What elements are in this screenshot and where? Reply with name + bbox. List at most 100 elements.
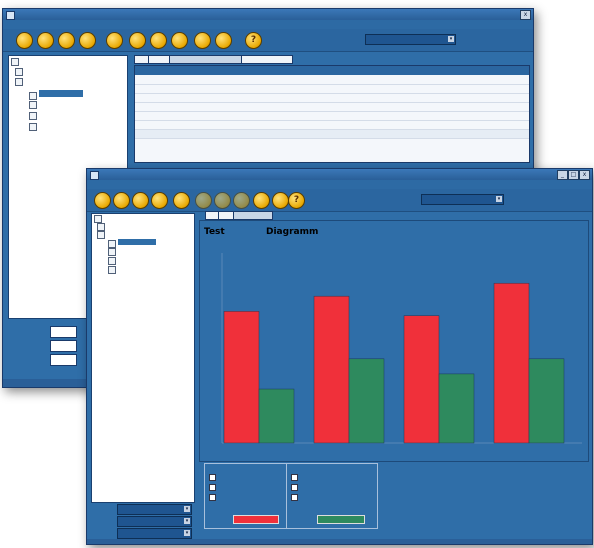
table-row[interactable] <box>135 76 529 85</box>
tab-active[interactable] <box>233 211 273 220</box>
field-select[interactable]: ▾ <box>117 516 192 527</box>
tree-node[interactable] <box>15 78 25 86</box>
checkbox[interactable] <box>209 474 216 481</box>
close-icon[interactable]: x <box>520 10 531 20</box>
legend-option[interactable] <box>291 484 300 491</box>
back-icon[interactable] <box>129 32 146 49</box>
table-row[interactable] <box>135 121 529 130</box>
chevron-down-icon[interactable]: ▾ <box>184 530 190 536</box>
series-color-swatch-green[interactable] <box>317 515 365 524</box>
legend-option[interactable] <box>209 494 218 501</box>
series-color-swatch-red[interactable] <box>233 515 279 524</box>
bar-series-red[interactable] <box>493 282 530 444</box>
tree-node[interactable] <box>11 58 21 66</box>
bar-chart <box>221 253 582 444</box>
bar-series-red[interactable] <box>403 315 440 444</box>
field-input[interactable] <box>50 354 77 366</box>
legend-option[interactable] <box>291 474 300 481</box>
folder-icon <box>94 215 102 223</box>
table-row[interactable] <box>135 112 529 121</box>
field-select[interactable]: ▾ <box>117 504 192 515</box>
bar-series-green[interactable] <box>258 388 295 444</box>
chevron-down-icon[interactable]: ▾ <box>184 518 190 524</box>
document-icon <box>108 257 116 265</box>
field-input[interactable] <box>50 340 77 352</box>
import-icon[interactable] <box>272 192 289 209</box>
import-icon[interactable] <box>215 32 232 49</box>
chevron-down-icon[interactable]: ▾ <box>496 196 502 202</box>
front-menubar <box>87 180 592 189</box>
tree-node[interactable] <box>108 266 118 274</box>
legend-option[interactable] <box>291 494 300 501</box>
folder-icon <box>97 231 105 239</box>
tree-node[interactable] <box>29 112 39 120</box>
minimize-icon[interactable]: _ <box>557 170 568 180</box>
user-icon[interactable] <box>173 192 190 209</box>
checkbox[interactable] <box>291 474 298 481</box>
tree-node[interactable] <box>94 215 104 223</box>
document-icon <box>29 112 37 120</box>
tree-node-selected[interactable] <box>108 239 156 248</box>
save-icon[interactable] <box>132 192 149 209</box>
forward-icon[interactable] <box>150 32 167 49</box>
chevron-down-icon[interactable]: ▾ <box>184 506 190 512</box>
chart-panel: Test Diagramm <box>199 220 589 462</box>
tab[interactable] <box>241 55 293 64</box>
tree-node[interactable] <box>108 248 118 256</box>
field-input[interactable] <box>50 326 77 338</box>
new-icon[interactable] <box>16 32 33 49</box>
refresh-icon[interactable] <box>171 32 188 49</box>
bar-series-green[interactable] <box>528 358 565 444</box>
open-icon[interactable] <box>113 192 130 209</box>
tree-node[interactable] <box>29 123 39 131</box>
front-status-bar <box>87 539 592 544</box>
checkbox[interactable] <box>291 494 298 501</box>
tab-active[interactable] <box>169 55 243 64</box>
print-icon[interactable] <box>79 32 96 49</box>
export-icon[interactable] <box>194 32 211 49</box>
refresh-icon[interactable] <box>233 192 250 209</box>
back-icon[interactable] <box>195 192 212 209</box>
legend-left <box>204 463 294 529</box>
help-icon[interactable]: ? <box>288 192 305 209</box>
close-icon[interactable]: x <box>579 170 590 180</box>
export-icon[interactable] <box>253 192 270 209</box>
legend-option[interactable] <box>209 474 218 481</box>
bar-series-red[interactable] <box>223 311 260 444</box>
checkbox[interactable] <box>291 484 298 491</box>
filter-select[interactable]: ▾ <box>365 34 456 45</box>
filter-select[interactable]: ▾ <box>421 194 504 205</box>
table-row[interactable] <box>135 94 529 103</box>
user-icon[interactable] <box>106 32 123 49</box>
chevron-down-icon[interactable]: ▾ <box>448 36 454 42</box>
tree-node[interactable] <box>108 257 118 265</box>
forward-icon[interactable] <box>214 192 231 209</box>
open-icon[interactable] <box>37 32 54 49</box>
field-select[interactable]: ▾ <box>117 528 192 539</box>
maximize-icon[interactable]: □ <box>568 170 579 180</box>
front-window: _ □ x ? ▾ Test Diagramm ▾ ▾ ▾ <box>86 168 593 545</box>
bar-series-red[interactable] <box>313 295 350 444</box>
save-icon[interactable] <box>58 32 75 49</box>
table-row[interactable] <box>135 103 529 112</box>
checkbox[interactable] <box>209 484 216 491</box>
tree-node[interactable] <box>97 223 107 231</box>
help-icon[interactable]: ? <box>245 32 262 49</box>
document-icon <box>108 239 116 248</box>
tree-node-selected[interactable] <box>29 90 83 100</box>
front-toolbar: ? ▾ <box>87 189 592 212</box>
table-row[interactable] <box>135 85 529 94</box>
checkbox[interactable] <box>209 494 216 501</box>
legend-option[interactable] <box>209 484 218 491</box>
back-window-titlebar[interactable]: x <box>3 9 533 20</box>
print-icon[interactable] <box>151 192 168 209</box>
tree-node[interactable] <box>15 68 25 76</box>
bar-series-green[interactable] <box>438 373 475 444</box>
table-row-total[interactable] <box>135 130 529 139</box>
folder-icon <box>15 68 23 76</box>
new-icon[interactable] <box>94 192 111 209</box>
tree-node[interactable] <box>97 231 107 239</box>
tree-node[interactable] <box>29 101 39 109</box>
front-window-titlebar[interactable]: _ □ x <box>87 169 592 180</box>
bar-series-green[interactable] <box>348 358 385 444</box>
